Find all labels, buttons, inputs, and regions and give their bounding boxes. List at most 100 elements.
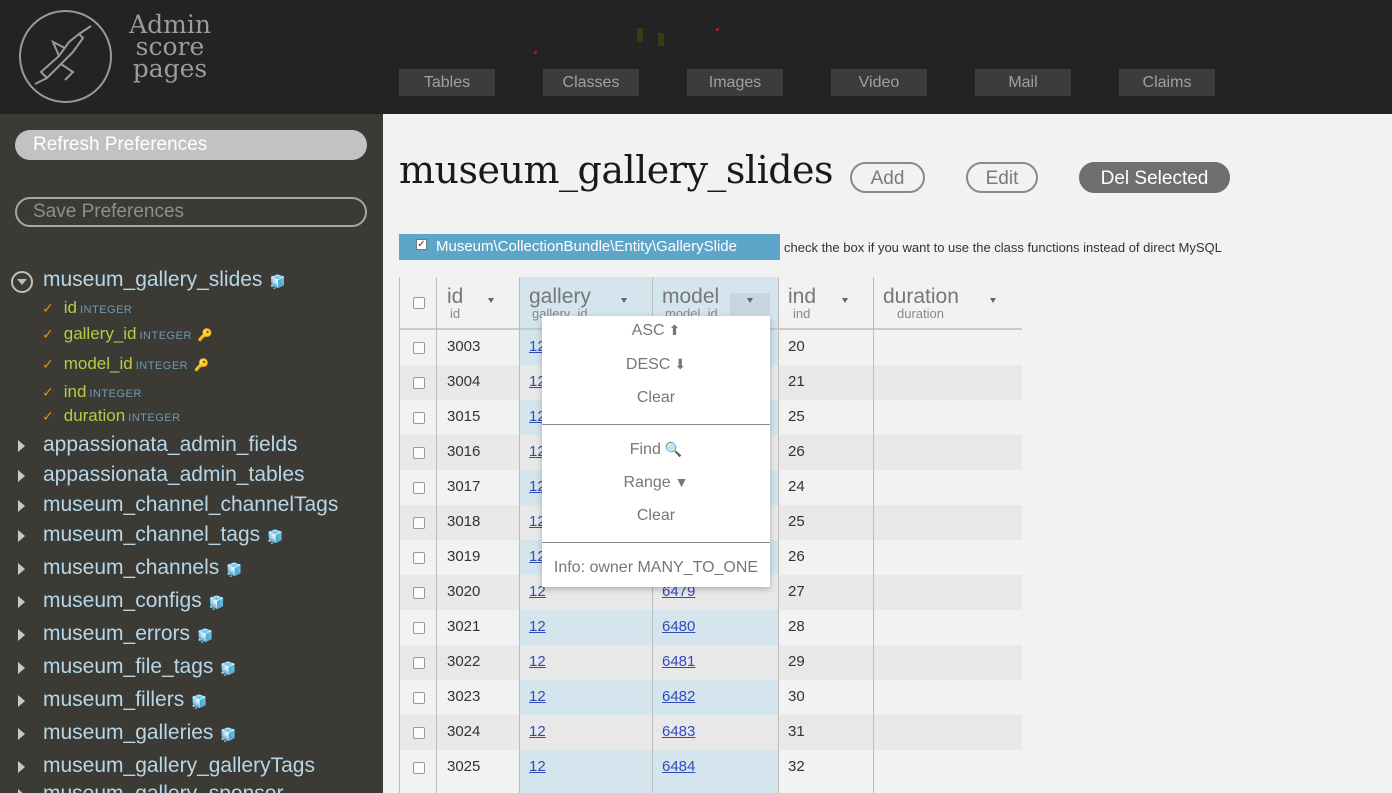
expand-arrow-icon[interactable] [18,596,25,608]
row-checkbox[interactable] [413,482,425,494]
column-subtitle: id [450,306,461,321]
sort-menu-icon[interactable] [990,298,996,303]
nav-tab-mail[interactable]: Mail [975,69,1071,96]
cell-model-link[interactable]: 6480 [662,618,695,635]
find-item[interactable]: Find 🔍 [542,441,770,459]
logo-icon[interactable] [19,10,112,103]
menu-separator [542,542,770,543]
check-icon: ✓ [42,300,54,316]
cell-id: 3003 [447,338,481,355]
field-gallery-id[interactable]: ✓ gallery_id INTEGER 🔑 [42,324,213,344]
class-functions-toggle[interactable]: ✓ Museum\CollectionBundle\Entity\Gallery… [399,234,780,260]
row-checkbox[interactable] [413,377,425,389]
nav-tab-images[interactable]: Images [687,69,783,96]
menu-label: Find [629,441,661,458]
cell-ind: 27 [788,583,805,600]
column-header-id[interactable]: id id [447,277,517,330]
delete-selected-button[interactable]: Del Selected [1079,162,1230,193]
entity-cube-icon: 🧊 [197,628,214,643]
row-checkbox[interactable] [413,622,425,634]
cell-gallery-link[interactable]: 12 [529,688,546,705]
cell-gallery-link[interactable]: 12 [529,758,546,775]
nav-tab-claims[interactable]: Claims [1119,69,1215,96]
expand-arrow-icon[interactable] [18,629,25,641]
decor-bar [658,33,664,46]
table-row: 3023 12 6482 30 [399,680,1022,715]
row-checkbox[interactable] [413,727,425,739]
key-icon: 🔑 [194,358,210,372]
expand-arrow-icon[interactable] [18,563,25,575]
row-checkbox[interactable] [413,587,425,599]
row-checkbox[interactable] [413,762,425,774]
cell-id: 3018 [447,513,481,530]
cell-id: 3020 [447,583,481,600]
key-icon: 🔑 [197,328,213,342]
sidebar-item-label: museum_channel_tags [43,523,261,546]
refresh-preferences-button[interactable]: Refresh Preferences [15,130,367,160]
sidebar-item-label: museum_errors [43,622,191,645]
column-header-ind[interactable]: ind ind [788,277,872,330]
expand-arrow-icon[interactable] [18,500,25,512]
cell-model-link[interactable]: 6482 [662,688,695,705]
collapse-toggle-icon[interactable] [11,271,33,293]
expand-arrow-icon[interactable] [18,530,25,542]
cell-ind: 20 [788,338,805,355]
cell-gallery-link[interactable]: 12 [529,723,546,740]
row-checkbox[interactable] [413,517,425,529]
cell-ind: 24 [788,478,805,495]
field-duration[interactable]: ✓ duration INTEGER [42,406,181,426]
cell-gallery-link[interactable]: 12 [529,618,546,635]
sidebar-item-label: museum_configs [43,589,202,612]
cell-model-link[interactable]: 6481 [662,653,695,670]
field-model-id[interactable]: ✓ model_id INTEGER 🔑 [42,354,209,374]
sort-menu-icon[interactable] [842,298,848,303]
field-id[interactable]: ✓ id INTEGER [42,298,132,318]
edit-button[interactable]: Edit [966,162,1038,193]
field-name: ind [63,382,87,401]
row-checkbox[interactable] [413,657,425,669]
row-checkbox[interactable] [413,412,425,424]
top-header: Admin score pages Tables Classes Images … [0,0,1392,114]
sort-menu-icon[interactable] [488,298,494,303]
filter-icon: ▼ [674,474,689,490]
expand-arrow-icon[interactable] [18,789,25,793]
row-checkbox[interactable] [413,692,425,704]
expand-arrow-icon[interactable] [18,728,25,740]
expand-arrow-icon[interactable] [18,440,25,452]
expand-arrow-icon[interactable] [18,662,25,674]
range-item[interactable]: Range ▼ [542,474,770,492]
row-checkbox[interactable] [413,342,425,354]
cell-model-link[interactable]: 6483 [662,723,695,740]
sort-asc-item[interactable]: ASC ⬆ [542,322,770,340]
expand-arrow-icon[interactable] [18,470,25,482]
cell-ind: 25 [788,408,805,425]
clear-sort-item[interactable]: Clear [542,389,770,407]
row-checkbox[interactable] [413,552,425,564]
column-divider [399,277,400,793]
add-button[interactable]: Add [850,162,925,193]
sort-menu-icon[interactable] [747,298,753,303]
row-checkbox[interactable] [413,447,425,459]
save-preferences-button[interactable]: Save Preferences [15,197,367,227]
nav-tab-video[interactable]: Video [831,69,927,96]
sort-desc-item[interactable]: DESC ⬇ [542,356,770,374]
nav-tab-tables[interactable]: Tables [399,69,495,96]
expand-arrow-icon[interactable] [18,761,25,773]
expand-arrow-icon[interactable] [18,695,25,707]
select-all-checkbox[interactable] [413,297,425,309]
column-header-duration[interactable]: duration duration [883,277,1021,330]
entity-cube-icon: 🧊 [191,694,208,709]
class-name: Museum\CollectionBundle\Entity\GallerySl… [436,238,737,255]
arrow-down-circle-icon: ⬇ [674,356,687,372]
clear-filter-item[interactable]: Clear [542,507,770,525]
class-functions-checkbox[interactable]: ✓ [416,239,427,250]
check-icon: ✓ [42,356,54,372]
sort-menu-icon[interactable] [621,298,627,303]
cell-id: 3024 [447,723,481,740]
cell-gallery-link[interactable]: 12 [529,653,546,670]
cell-id: 3015 [447,408,481,425]
field-name: duration [63,406,126,425]
field-ind[interactable]: ✓ ind INTEGER [42,382,142,402]
nav-tab-classes[interactable]: Classes [543,69,639,96]
cell-model-link[interactable]: 6484 [662,758,695,775]
